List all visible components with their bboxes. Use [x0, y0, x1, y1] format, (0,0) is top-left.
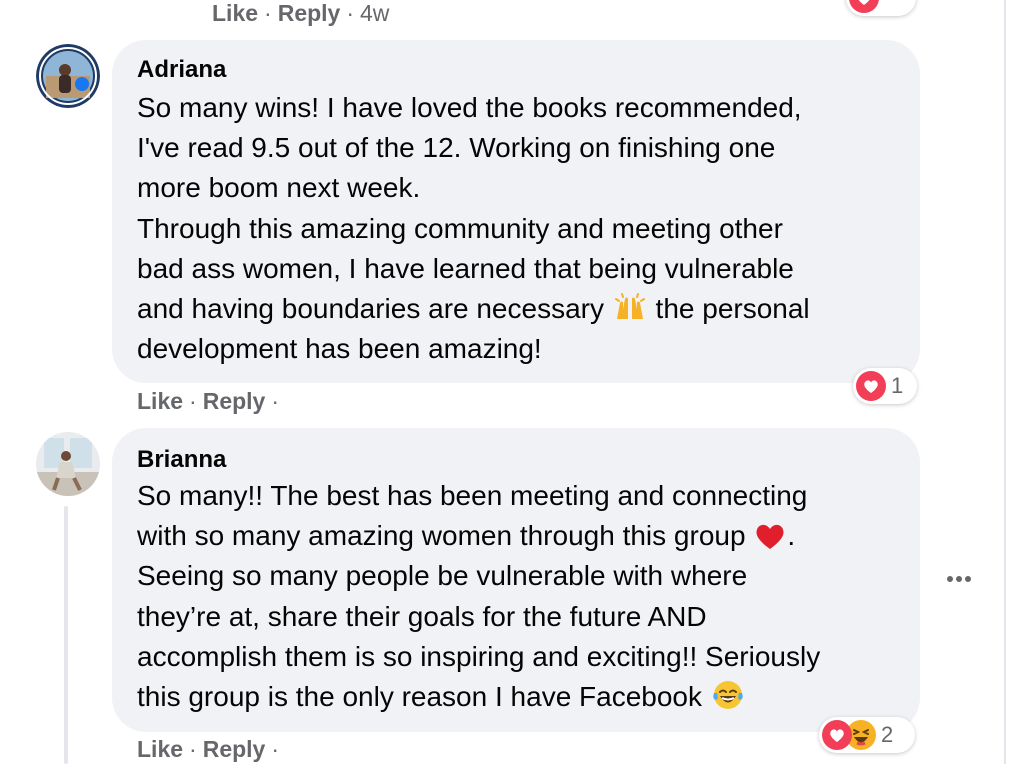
comment-author[interactable]: Adriana — [137, 56, 226, 84]
comment-line-with-emoji: and having boundaries are necessary the … — [137, 289, 810, 329]
love-reaction-icon — [822, 720, 852, 750]
comment-text: the personal — [655, 292, 810, 324]
comment-line: more boom next week. — [137, 172, 421, 204]
comment-line: Seeing so many people be vulnerable with… — [137, 560, 748, 592]
separator: · — [189, 736, 197, 762]
avatar-brianna[interactable] — [36, 432, 100, 496]
reaction-count: 2 — [881, 722, 894, 747]
comment-line: they’re at, share their goals for the fu… — [137, 600, 707, 632]
avatar-adriana[interactable] — [36, 44, 100, 108]
reply-link[interactable]: Reply — [203, 736, 266, 762]
tears-of-joy-icon — [712, 679, 744, 711]
comment-line: bad ass women, I have learned that being… — [137, 252, 794, 284]
red-heart-icon — [755, 522, 785, 550]
comment-line: Through this amazing community and meeti… — [137, 212, 783, 244]
separator: · — [271, 388, 280, 414]
comment-line-with-emoji: with so many amazing women through this … — [137, 516, 820, 556]
love-reaction-icon — [849, 0, 879, 13]
comment-line: I've read 9.5 out of the 12. Working on … — [137, 132, 776, 164]
reply-link[interactable]: Reply — [203, 388, 266, 414]
comment-line: development has been amazing! — [137, 333, 542, 365]
love-reaction-icon — [856, 371, 886, 401]
comment-body: So many wins! I have loved the books rec… — [137, 88, 810, 369]
comment-text: with so many amazing women through this … — [137, 520, 746, 552]
comment-actions-brianna: Like · Reply · — [137, 736, 285, 763]
reaction-count: 1 — [891, 373, 904, 398]
comment-author[interactable]: Brianna — [137, 446, 226, 474]
timestamp[interactable]: 4w — [360, 0, 389, 26]
reply-link[interactable]: Reply — [278, 0, 341, 26]
comment-line-with-emoji: this group is the only reason I have Fac… — [137, 677, 820, 717]
comment-bubble-adriana: Adriana So many wins! I have loved the b… — [112, 40, 920, 383]
comment-text: and having boundaries are necessary — [137, 292, 604, 324]
reaction-summary-adriana[interactable]: 1 — [853, 368, 917, 404]
comment-bubble-brianna: Brianna So many!! The best has been meet… — [112, 428, 920, 732]
comment-line: So many!! The best has been meeting and … — [137, 480, 808, 511]
comment-actions-adriana: Like · Reply · — [137, 388, 285, 415]
separator: · — [264, 0, 272, 26]
right-divider — [1004, 0, 1006, 764]
reply-thread-line — [64, 506, 68, 764]
comment-line: accomplish them is so inspiring and exci… — [137, 640, 821, 672]
raising-hands-icon — [614, 292, 646, 323]
comment-text: this group is the only reason I have Fac… — [137, 680, 703, 712]
separator: · — [346, 0, 355, 26]
comment-text: . — [787, 520, 796, 552]
more-options-icon[interactable] — [942, 566, 976, 592]
separator: · — [189, 388, 197, 414]
like-link[interactable]: Like — [137, 388, 183, 414]
like-link[interactable]: Like — [137, 736, 183, 762]
comment-line: So many wins! I have loved the books rec… — [137, 92, 802, 123]
previous-comment-actions: Like · Reply · 4w — [212, 0, 389, 27]
like-link[interactable]: Like — [212, 0, 258, 26]
separator: · — [271, 736, 280, 762]
reaction-summary-brianna[interactable]: 2 — [819, 717, 915, 753]
previous-reaction-pill[interactable] — [846, 0, 916, 16]
comment-body: So many!! The best has been meeting and … — [137, 476, 820, 717]
